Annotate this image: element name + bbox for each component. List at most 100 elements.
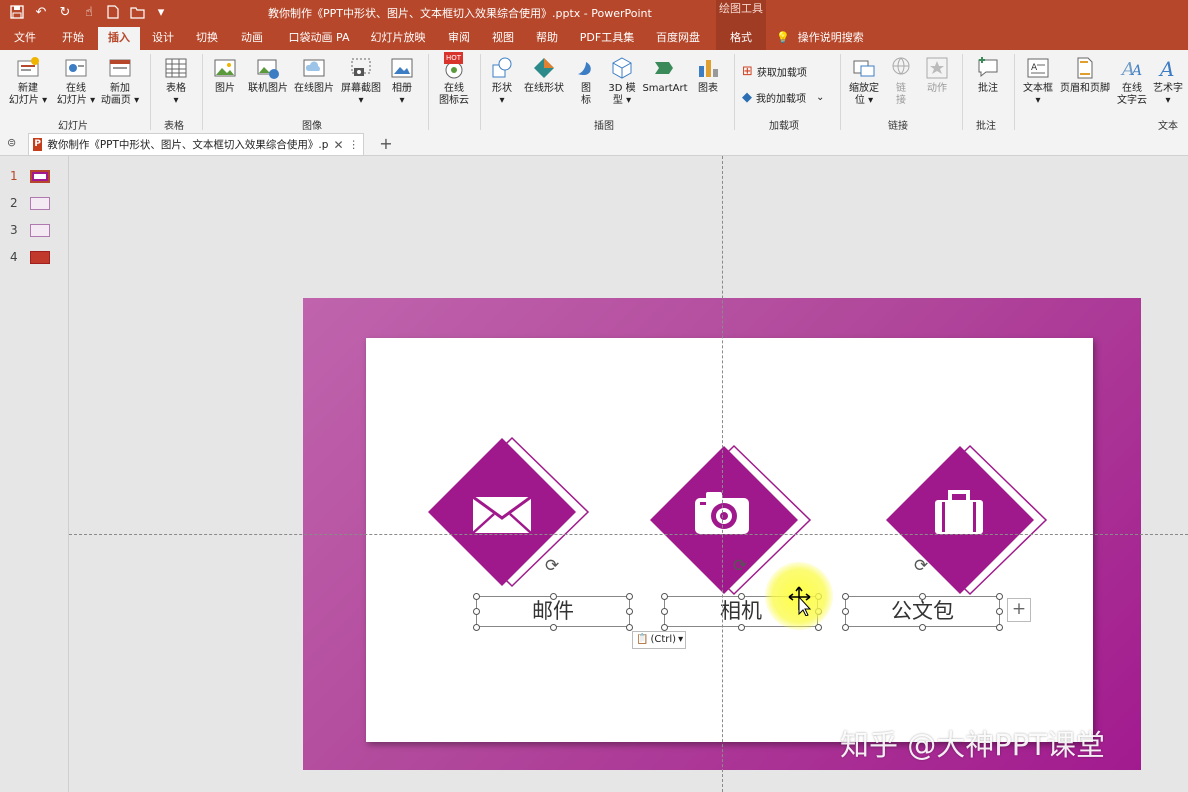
chart-button[interactable]: 图表 — [692, 56, 724, 95]
resize-handle[interactable] — [473, 624, 480, 631]
resize-handle[interactable] — [550, 593, 557, 600]
new-animation-page-button[interactable]: 新加 动画页 ▾ — [98, 56, 142, 107]
new-icon[interactable] — [104, 3, 122, 21]
tab-view[interactable]: 视图 — [484, 27, 522, 50]
close-icon[interactable]: ✕ — [333, 138, 343, 152]
tab-design[interactable]: 设计 — [144, 27, 182, 50]
picture-label: 图片 — [215, 83, 235, 94]
redo-icon[interactable]: ↻ — [56, 3, 74, 21]
resize-handle[interactable] — [996, 593, 1003, 600]
screenshot-button[interactable]: 屏幕截图 ▾ — [338, 56, 384, 107]
slide-thumbnail[interactable]: 4 — [0, 247, 68, 269]
rotate-handle-icon[interactable]: ⟳ — [733, 556, 747, 576]
new-tab-button[interactable]: + — [376, 133, 396, 155]
paste-options-button[interactable]: 📋 (Ctrl) ▾ — [632, 631, 686, 649]
tab-help[interactable]: 帮助 — [528, 27, 566, 50]
add-item-button[interactable]: + — [1007, 598, 1031, 622]
3d-models-button[interactable]: 3D 模 型 ▾ — [604, 56, 640, 107]
shapes-button[interactable]: 形状 ▾ — [486, 56, 518, 107]
group-separator — [150, 54, 151, 130]
resize-handle[interactable] — [473, 608, 480, 615]
tab-slideshow[interactable]: 幻灯片放映 — [368, 27, 428, 50]
mail-diamond-shape[interactable] — [426, 436, 590, 588]
slide-thumbnail[interactable]: 3 — [0, 220, 68, 242]
slide-number: 4 — [10, 250, 18, 264]
undo-icon[interactable]: ↶ — [32, 3, 50, 21]
get-addins-button[interactable]: ⊞ 获取加载项 — [742, 64, 807, 79]
tell-me-search[interactable]: 💡 操作说明搜索 — [776, 27, 864, 50]
touch-mode-icon[interactable]: ☝ — [80, 3, 98, 21]
tab-insert[interactable]: 插入 — [98, 27, 140, 50]
resize-handle[interactable] — [550, 624, 557, 631]
online-icon-cloud-button[interactable]: HOT 在线 图标云 — [434, 52, 474, 107]
tab-pocket-animation[interactable]: 口袋动画 PA — [284, 27, 354, 50]
get-addins-label: 获取加载项 — [756, 68, 807, 79]
resize-handle[interactable] — [842, 608, 849, 615]
resize-handle[interactable] — [661, 608, 668, 615]
rotate-handle-icon[interactable]: ⟳ — [545, 556, 559, 576]
header-footer-button[interactable]: 页眉和页脚 — [1058, 56, 1112, 95]
clipboard-icon: 📋 — [636, 634, 649, 645]
tab-menu-icon[interactable]: ⋮ — [349, 139, 364, 151]
chevron-down-icon: ⌄ — [816, 92, 825, 103]
tab-transitions[interactable]: 切换 — [188, 27, 226, 50]
text-box-briefcase[interactable]: 公文包 — [845, 596, 1000, 627]
resize-handle[interactable] — [626, 593, 633, 600]
text-box-mail[interactable]: 邮件 — [476, 596, 630, 627]
resize-handle[interactable] — [626, 624, 633, 631]
new-slide-button[interactable]: 新建 幻灯片 ▾ — [6, 56, 50, 107]
briefcase-diamond-shape[interactable] — [884, 444, 1048, 596]
resize-handle[interactable] — [919, 593, 926, 600]
wordart-icon: A — [1156, 56, 1180, 81]
resize-handle[interactable] — [626, 608, 633, 615]
link-button[interactable]: 链 接 — [886, 56, 916, 107]
tab-animations[interactable]: 动画 — [233, 27, 271, 50]
document-tab[interactable]: P 教你制作《PPT中形状、图片、文本框切入效果综合使用》.p ✕ ⋮ — [28, 133, 364, 155]
group-separator — [480, 54, 481, 130]
word-cloud-button[interactable]: AA 在线 文字云 — [1114, 56, 1150, 107]
photo-album-button[interactable]: 相册 ▾ — [386, 56, 418, 107]
tab-format[interactable]: 格式 — [716, 27, 766, 50]
slide-thumbnail[interactable]: 2 — [0, 193, 68, 215]
resize-handle[interactable] — [842, 593, 849, 600]
comment-button[interactable]: 批注 — [968, 56, 1008, 95]
resize-handle[interactable] — [842, 624, 849, 631]
resize-handle[interactable] — [738, 624, 745, 631]
tab-baidu-netdisk[interactable]: 百度网盘 — [650, 27, 706, 50]
zoom-button[interactable]: 缩放定 位 ▾ — [844, 56, 884, 107]
vertical-guide[interactable] — [722, 156, 723, 792]
wordart-button[interactable]: A 艺术字 ▾ — [1150, 56, 1186, 107]
my-addins-button[interactable]: ◆ 我的加载项 ⌄ — [742, 90, 824, 105]
online-slides-button[interactable]: 在线 幻灯片 ▾ — [54, 56, 98, 107]
customize-icon[interactable]: ▾ — [152, 3, 170, 21]
smartart-button[interactable]: SmartArt — [642, 56, 688, 95]
open-icon[interactable] — [128, 3, 146, 21]
slide-thumbnail[interactable]: 1 — [0, 166, 68, 188]
tab-pdf-tools[interactable]: PDF工具集 — [576, 27, 638, 50]
tab-review[interactable]: 审阅 — [440, 27, 478, 50]
action-button[interactable]: 动作 — [920, 56, 954, 95]
text-box-label: 文本框 ▾ — [1023, 83, 1053, 106]
table-button[interactable]: 表格 ▾ — [156, 56, 196, 107]
resize-handle[interactable] — [996, 624, 1003, 631]
resize-handle[interactable] — [738, 593, 745, 600]
tab-list-icon[interactable]: ⊜ — [7, 136, 16, 149]
online-pictures-button[interactable]: 联机图片 — [246, 56, 290, 95]
horizontal-guide[interactable] — [69, 534, 1188, 535]
rotate-handle-icon[interactable]: ⟳ — [914, 556, 928, 576]
online-shapes-button[interactable]: 在线形状 — [520, 56, 568, 95]
resize-handle[interactable] — [661, 593, 668, 600]
picture-button[interactable]: 图片 — [208, 56, 242, 95]
tab-home[interactable]: 开始 — [54, 27, 92, 50]
resize-handle[interactable] — [661, 624, 668, 631]
resize-handle[interactable] — [996, 608, 1003, 615]
web-pictures-label: 在线图片 — [294, 83, 334, 94]
save-icon[interactable] — [8, 3, 26, 21]
word-cloud-label: 在线 文字云 — [1117, 83, 1147, 106]
tab-file[interactable]: 文件 — [6, 27, 44, 50]
text-box-button[interactable]: A 文本框 ▾ — [1018, 56, 1058, 107]
icons-button[interactable]: 图 标 — [572, 56, 600, 107]
resize-handle[interactable] — [919, 624, 926, 631]
web-pictures-button[interactable]: 在线图片 — [292, 56, 336, 95]
resize-handle[interactable] — [473, 593, 480, 600]
